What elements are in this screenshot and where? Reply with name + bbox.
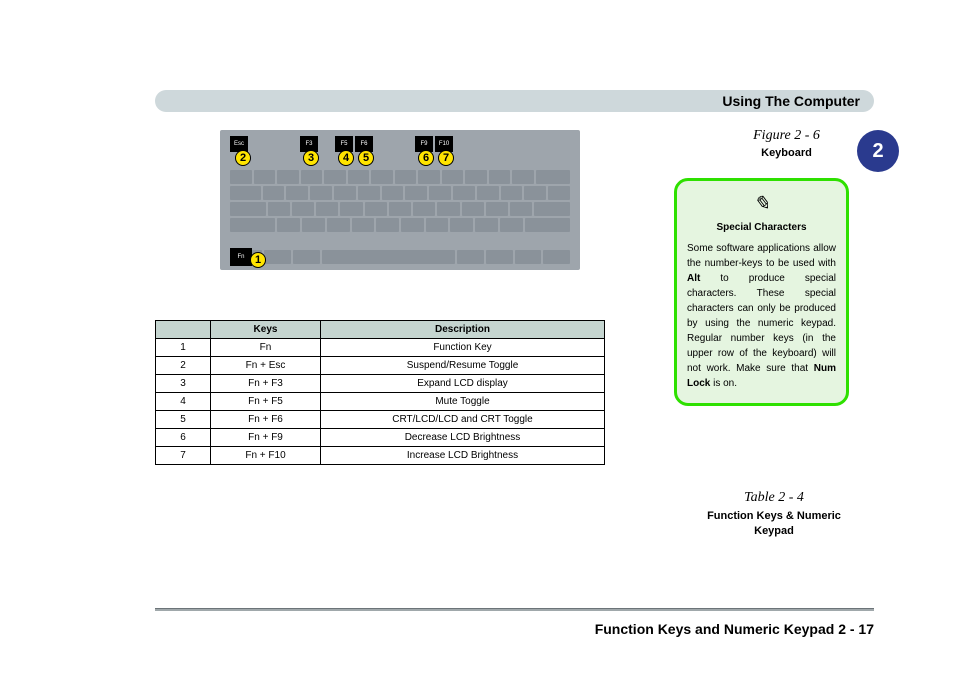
marker-6: 6	[418, 150, 434, 166]
marker-4: 4	[338, 150, 354, 166]
section-title: Using The Computer	[722, 93, 860, 109]
col-num	[156, 321, 211, 339]
figure-name: Keyboard	[729, 147, 844, 159]
table-row: 2Fn + EscSuspend/Resume Toggle	[156, 357, 605, 375]
keyboard-illustration: Esc F3 F5 F6 F9 F10 Fn 2 3 4 5 6 7 1	[220, 130, 580, 270]
content-area: Figure 2 - 6 Keyboard Esc F3 F5 F6 F9 F1…	[155, 120, 844, 593]
table-caption: Table 2 - 4 Function Keys & Numeric Keyp…	[704, 490, 844, 540]
key-fn: Fn	[230, 248, 252, 266]
figure-caption: Figure 2 - 6 Keyboard	[729, 128, 844, 159]
col-desc: Description	[321, 321, 605, 339]
section-header-bar: Using The Computer	[155, 90, 874, 112]
marker-7: 7	[438, 150, 454, 166]
table-row: 3Fn + F3Expand LCD display	[156, 375, 605, 393]
pencil-icon: ✎	[687, 191, 836, 216]
callout-body: Some software applications allow the num…	[687, 241, 836, 391]
table-header-row: Keys Description	[156, 321, 605, 339]
table-row: 1FnFunction Key	[156, 339, 605, 357]
chapter-number: 2	[872, 140, 883, 163]
callout-title: Special Characters	[687, 222, 836, 233]
figure-label: Figure 2 - 6	[729, 128, 844, 144]
page-footer: Function Keys and Numeric Keypad 2 - 17	[595, 621, 874, 637]
chapter-badge: 2	[857, 130, 899, 172]
table-name: Function Keys & Numeric Keypad	[704, 509, 844, 540]
marker-5: 5	[358, 150, 374, 166]
marker-1: 1	[250, 252, 266, 268]
marker-3: 3	[303, 150, 319, 166]
footer-divider	[155, 608, 874, 611]
col-keys: Keys	[211, 321, 321, 339]
marker-2: 2	[235, 150, 251, 166]
document-page: Using The Computer 2 Figure 2 - 6 Keyboa…	[0, 0, 954, 673]
table-row: 5Fn + F6CRT/LCD/LCD and CRT Toggle	[156, 411, 605, 429]
table-row: 4Fn + F5Mute Toggle	[156, 393, 605, 411]
table-row: 7Fn + F10Increase LCD Brightness	[156, 447, 605, 465]
function-keys-table: Keys Description 1FnFunction Key 2Fn + E…	[155, 320, 605, 465]
callout-box: ✎ Special Characters Some software appli…	[674, 178, 849, 406]
table-row: 6Fn + F9Decrease LCD Brightness	[156, 429, 605, 447]
table-label: Table 2 - 4	[704, 490, 844, 506]
